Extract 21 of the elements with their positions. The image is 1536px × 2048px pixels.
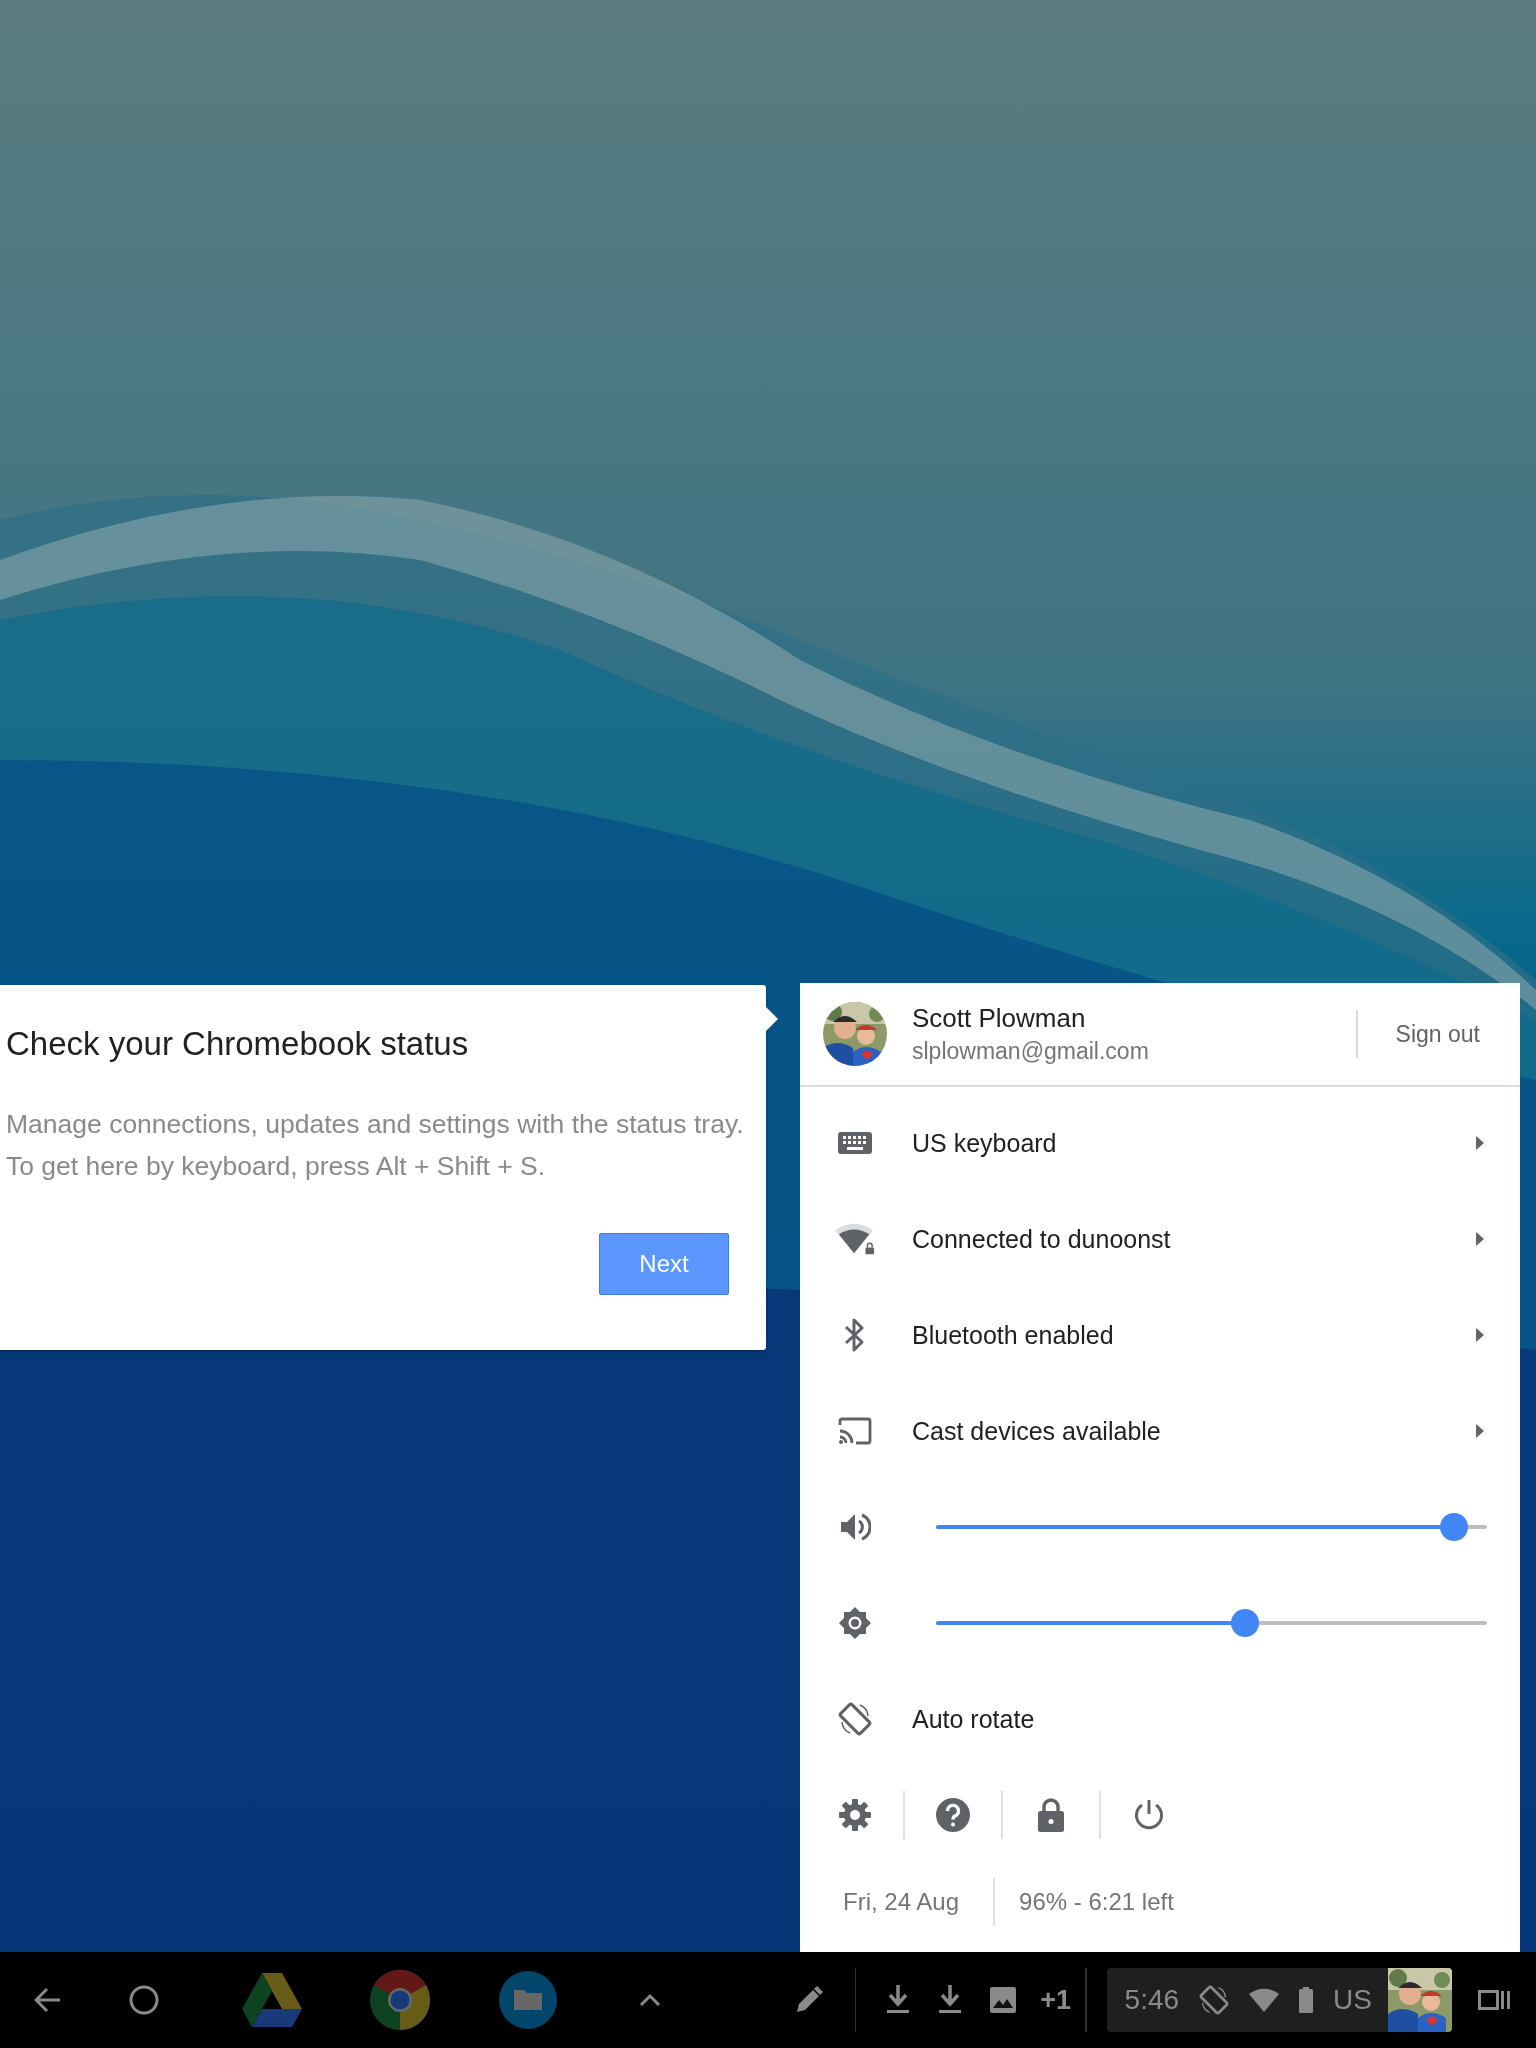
circle-icon <box>129 1985 159 2015</box>
files-app-button[interactable] <box>496 1970 560 2030</box>
input-method-text: US <box>1333 1984 1372 2016</box>
download-icon[interactable] <box>886 1985 911 2015</box>
screen-rotation-icon <box>1199 1985 1230 2015</box>
back-arrow-icon <box>34 1986 62 2014</box>
triangle-logo-icon <box>242 1973 302 2027</box>
pen-icon <box>794 1986 823 2014</box>
clock-time: 5:46 <box>1124 1984 1180 2016</box>
chevron-up-icon <box>639 1993 661 2007</box>
battery-icon <box>1299 1987 1314 2013</box>
notification-count[interactable]: +1 <box>1040 1984 1072 2016</box>
image-icon[interactable] <box>990 1987 1017 2013</box>
folder-icon <box>499 1971 557 2029</box>
wifi-icon <box>1249 1988 1280 2012</box>
status-area-button[interactable]: 5:46 US <box>1106 1968 1452 2032</box>
chrome-app-button[interactable] <box>368 1970 432 2030</box>
browser-logo-icon <box>370 1970 430 2030</box>
download-icon[interactable] <box>938 1985 963 2015</box>
drive-app-button[interactable] <box>240 1970 304 2030</box>
overview-icon <box>1478 1990 1510 2010</box>
